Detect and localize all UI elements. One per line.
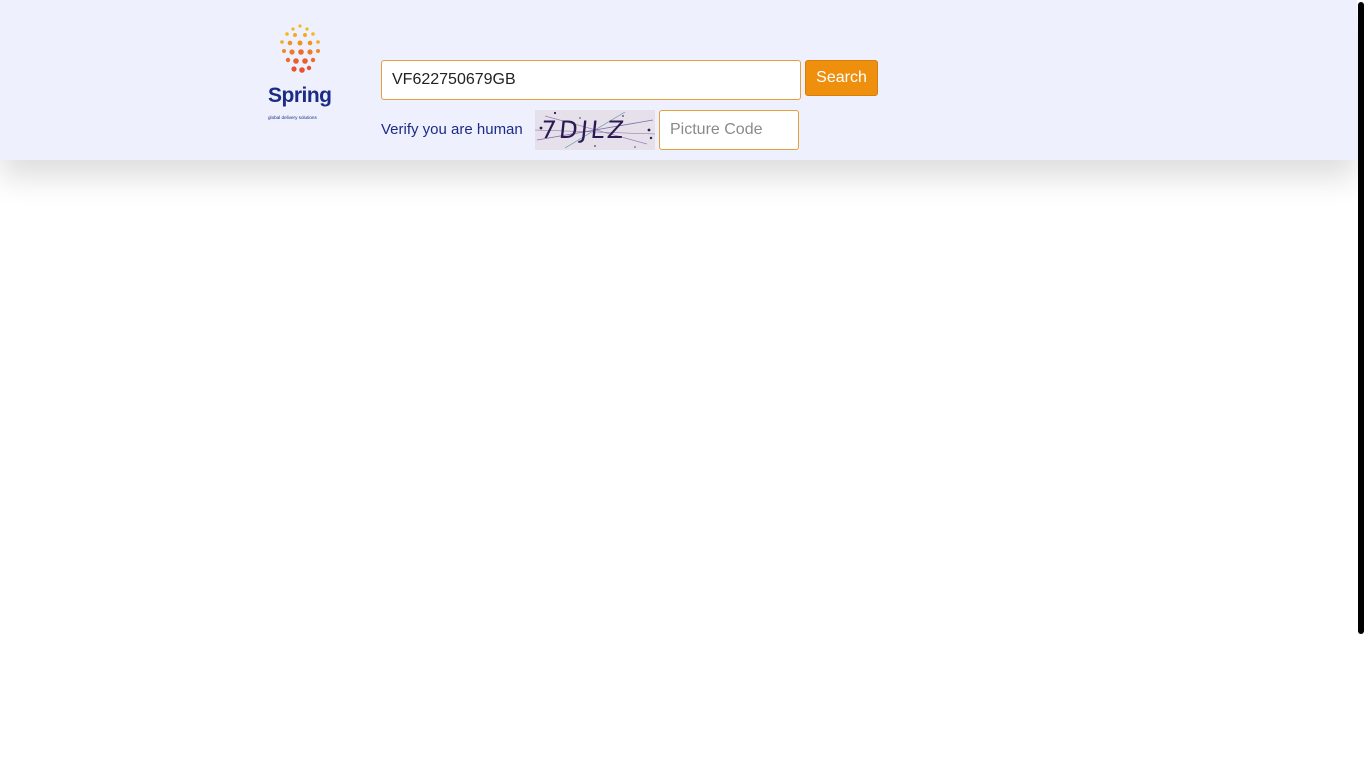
tracking-number-input[interactable]	[381, 60, 801, 100]
logo-tagline: global delivery solutions	[268, 115, 317, 120]
spring-logo-mark	[280, 24, 320, 73]
search-button[interactable]: Search	[805, 60, 878, 96]
page-scrollbar[interactable]	[1358, 0, 1366, 768]
logo-wordmark: Spring	[268, 84, 332, 107]
spring-logo[interactable]: Spring global delivery solutions	[262, 22, 338, 128]
site-header: Spring global delivery solutions Search …	[0, 0, 1357, 160]
captcha-image: 7DJLZ	[535, 110, 655, 150]
captcha-text: 7DJLZ	[539, 116, 629, 144]
captcha-code-input[interactable]	[659, 110, 799, 150]
verify-human-label: Verify you are human	[381, 121, 523, 138]
scrollbar-thumb[interactable]	[1358, 2, 1364, 634]
